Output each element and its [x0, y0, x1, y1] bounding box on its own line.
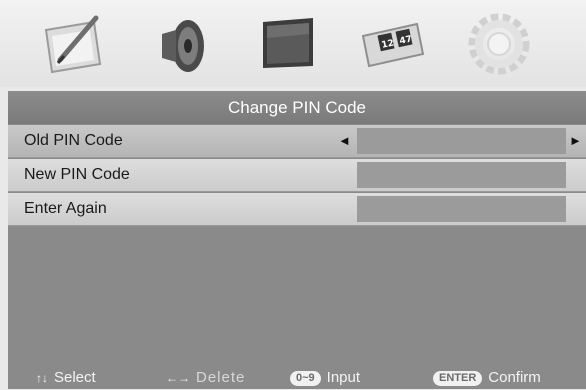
help-delete: ←→ Delete	[166, 366, 245, 390]
old-pin-field[interactable]	[357, 128, 566, 154]
key-help-bar: ↑↓ Select ←→ Delete 0~9 Input ENTER Confirm	[8, 366, 586, 389]
picture-pen-icon[interactable]	[38, 8, 110, 80]
help-select-label: Select	[54, 369, 96, 386]
speaker-icon[interactable]	[148, 8, 220, 80]
gear-icon[interactable]	[463, 8, 535, 80]
change-pin-dialog: Change PIN Code Old PIN Code ◄ ► New PIN…	[8, 91, 586, 389]
menu-tab-bar: 12 47	[0, 0, 586, 87]
help-input-label: Input	[326, 369, 361, 386]
right-arrow-icon: ►	[569, 133, 582, 148]
help-select: ↑↓ Select	[36, 366, 96, 390]
left-arrow-icon: ◄	[338, 133, 351, 148]
new-pin-row[interactable]: New PIN Code	[8, 159, 586, 192]
enter-again-label: Enter Again	[24, 200, 107, 217]
new-pin-label: New PIN Code	[24, 166, 130, 183]
old-pin-row[interactable]: Old PIN Code ◄ ►	[8, 125, 586, 158]
up-down-arrows-icon: ↑↓	[36, 371, 48, 385]
help-input: 0~9 Input	[290, 366, 360, 389]
enter-again-field[interactable]	[357, 196, 566, 222]
left-right-arrows-icon: ←→	[166, 371, 190, 385]
monitor-icon[interactable]	[253, 8, 325, 80]
old-pin-label: Old PIN Code	[24, 132, 123, 149]
enter-key-badge: ENTER	[433, 371, 483, 386]
clock-icon[interactable]: 12 47	[357, 8, 429, 80]
help-confirm: ENTER Confirm	[433, 366, 541, 389]
help-delete-label: Delete	[196, 369, 246, 386]
enter-again-row[interactable]: Enter Again	[8, 193, 586, 226]
new-pin-field[interactable]	[357, 162, 566, 188]
help-confirm-label: Confirm	[488, 369, 541, 386]
number-keys-badge: 0~9	[290, 371, 321, 386]
dialog-title: Change PIN Code	[8, 91, 586, 124]
